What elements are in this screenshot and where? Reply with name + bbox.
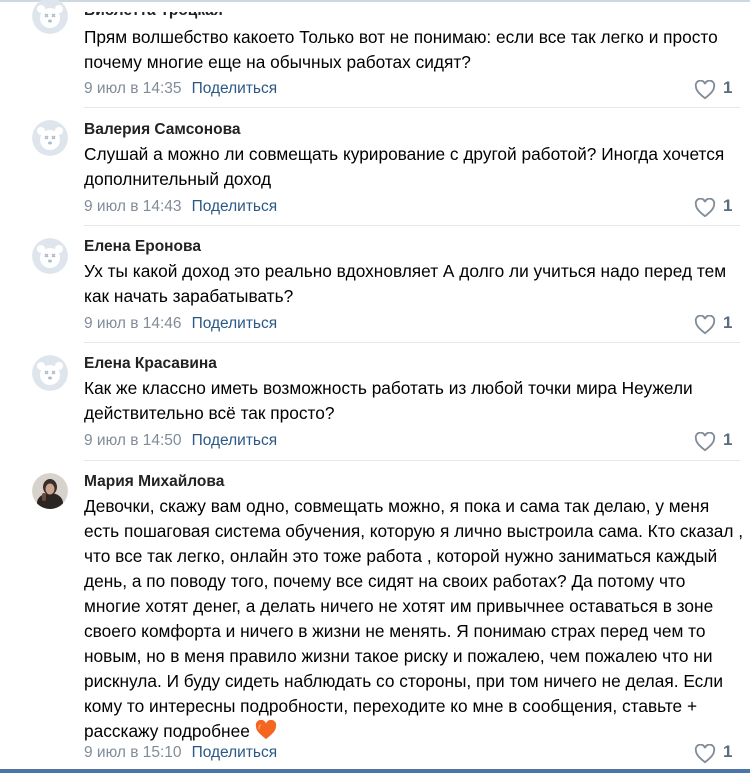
comment-meta: 9 июл в 14:35 Поделиться: [84, 79, 277, 99]
comment-meta: 9 июл в 14:43 Поделиться: [84, 197, 277, 217]
comment-item: Елена Красавина Как же классно иметь воз…: [0, 343, 750, 461]
heart-outline-icon: [694, 315, 716, 335]
share-button[interactable]: Поделиться: [192, 744, 278, 761]
comment-date[interactable]: 9 июл в 14:35: [84, 80, 182, 97]
comment-item: Виолетта Троцкая Прям волшебство какоето…: [0, 0, 750, 108]
dog-avatar-icon[interactable]: [32, 120, 68, 156]
like-button[interactable]: 1: [694, 78, 740, 100]
comment-item: Валерия Самсонова Слушай а можно ли совм…: [0, 108, 750, 226]
like-count: 1: [723, 196, 733, 215]
comment-date[interactable]: 9 июл в 14:43: [84, 198, 182, 215]
heart-outline-icon: [694, 744, 716, 764]
like-button[interactable]: 1: [694, 196, 740, 218]
comment-text: Ух ты какой доход это реально вдохновляе…: [84, 261, 727, 306]
comment-date[interactable]: 9 июл в 15:10: [84, 744, 182, 761]
like-count: 1: [723, 742, 733, 761]
comment-author[interactable]: Елена Красавина: [84, 354, 217, 374]
bottom-bar: [0, 769, 750, 773]
comment-author[interactable]: Виолетта Троцкая: [84, 12, 223, 21]
heart-outline-icon: [694, 80, 716, 100]
dog-avatar-icon[interactable]: [32, 0, 68, 34]
comment-item: Мария Михайлова Девочки, скажу вам одно,…: [0, 461, 750, 769]
comment-meta: 9 июл в 15:10 Поделиться: [84, 743, 277, 763]
share-button[interactable]: Поделиться: [192, 80, 278, 97]
comment-meta: 9 июл в 14:50 Поделиться: [84, 431, 277, 451]
heart-outline-icon: [694, 198, 716, 218]
comment-text-body: Девочки, скажу вам одно, совмещать можно…: [84, 496, 744, 741]
orange-heart-emoji-icon: [255, 720, 276, 740]
comment-date[interactable]: 9 июл в 14:46: [84, 315, 182, 332]
like-button[interactable]: 1: [694, 742, 740, 764]
user-photo-avatar[interactable]: [32, 473, 68, 509]
comment-meta: 9 июл в 14:46 Поделиться: [84, 314, 277, 334]
share-button[interactable]: Поделиться: [192, 315, 278, 332]
comment-author[interactable]: Елена Еронова: [84, 237, 201, 257]
comment-date[interactable]: 9 июл в 14:50: [84, 432, 182, 449]
like-count: 1: [723, 313, 733, 332]
share-button[interactable]: Поделиться: [192, 432, 278, 449]
dog-avatar-icon[interactable]: [32, 238, 68, 274]
like-button[interactable]: 1: [694, 430, 740, 452]
share-button[interactable]: Поделиться: [192, 198, 278, 215]
comment-text: Как же классно иметь возможность работат…: [84, 378, 693, 423]
like-count: 1: [723, 78, 733, 97]
comment-text: Прям волшебство какоето Только вот не по…: [84, 27, 718, 72]
comment-item: Елена Еронова Ух ты какой доход это реал…: [0, 226, 750, 343]
comment-text: Девочки, скажу вам одно, совмещать можно…: [84, 494, 746, 744]
like-button[interactable]: 1: [694, 313, 740, 335]
comment-author[interactable]: Валерия Самсонова: [84, 120, 241, 140]
dog-avatar-icon[interactable]: [32, 355, 68, 391]
comment-text: Слушай а можно ли совмещать курирование …: [84, 144, 725, 189]
like-count: 1: [723, 430, 733, 449]
heart-outline-icon: [694, 432, 716, 452]
comment-author[interactable]: Мария Михайлова: [84, 472, 224, 492]
